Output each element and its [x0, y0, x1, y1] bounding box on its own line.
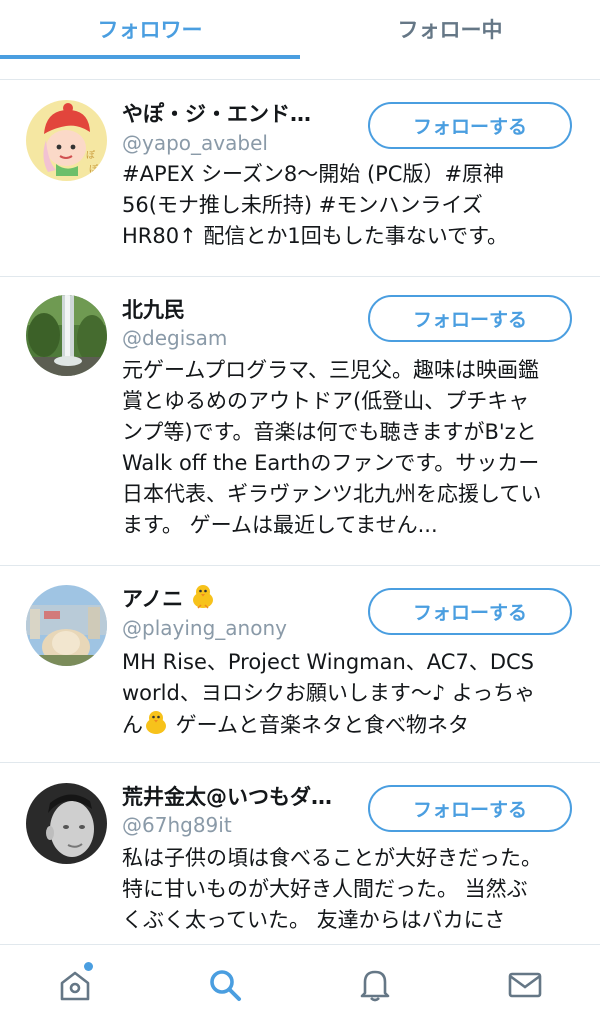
list-item[interactable]: 北九民 @degisam フォローする 元ゲームプログラマ、三児父。趣味は映画鑑… — [0, 277, 600, 566]
mail-icon — [508, 972, 542, 998]
svg-text:ぽ: ぽ — [89, 164, 98, 175]
bio-line: HR80↑ 配信とか1回もした事ないです。 — [122, 224, 509, 248]
bottom-nav — [0, 944, 600, 1025]
avatar[interactable] — [26, 585, 107, 666]
user-name-text: やぽ・ジ・エンド… — [122, 102, 311, 126]
user-bio: #APEX シーズン8〜開始 (PC版）#原神 56(モナ推し未所持) #モンハ… — [122, 159, 572, 252]
avatar[interactable] — [26, 783, 107, 864]
bio-line: 特に甘いものが大好き人間だった。 当然ぶ — [122, 877, 528, 901]
user-name-text: 荒井金太@いつもダ… — [122, 785, 332, 809]
user-name[interactable]: やぽ・ジ・エンド… — [122, 98, 311, 128]
user-handle: @degisam — [122, 326, 228, 350]
svg-text:ぽ: ぽ — [86, 150, 95, 161]
bio-line: #APEX シーズン8〜開始 (PC版）#原神 — [122, 162, 505, 186]
chick-emoji-icon — [146, 711, 166, 734]
list-item[interactable]: 荒井金太@いつもダ… @67hg89it フォローする 私は子供の頃は食べること… — [0, 763, 600, 953]
tab-following[interactable]: フォロー中 — [300, 0, 600, 58]
follow-button[interactable]: フォローする — [368, 102, 572, 149]
bio-line: 賞とゆるめのアウトドア(低登山、プチキャ — [122, 389, 530, 413]
tab-active-indicator — [0, 55, 300, 59]
bio-line: ます。 ゲームは最近してません... — [122, 513, 438, 537]
nav-messages[interactable] — [450, 945, 600, 1025]
bio-line: 私は子供の頃は食べることが大好きだった。 — [122, 846, 542, 870]
user-handle: @yapo_avabel — [122, 131, 268, 155]
tab-followers-label: フォロワー — [97, 18, 203, 42]
follow-button[interactable]: フォローする — [368, 785, 572, 832]
user-bio: 私は子供の頃は食べることが大好きだった。 特に甘いものが大好き人間だった。 当然… — [122, 843, 572, 936]
bio-line: くぶく太っていた。 友達からはバカにさ — [122, 908, 506, 932]
notification-dot — [84, 962, 93, 971]
bio-line: ンプ等)です。音楽は何でも聴きますがB'zと — [122, 420, 537, 444]
search-icon — [210, 970, 241, 1001]
list-item[interactable]: ぽ ぽ やぽ・ジ・エンド… @yapo_avabel フォローする #APEX … — [0, 80, 600, 277]
avatar[interactable] — [26, 295, 107, 376]
bio-line: ん ゲームと音楽ネタと食べ物ネタ — [122, 709, 572, 741]
nav-home[interactable] — [0, 945, 150, 1025]
list-top-spacer — [0, 60, 600, 80]
chick-emoji-icon — [193, 585, 214, 609]
user-bio: MH Rise、Project Wingman、AC7、DCS world、ヨロ… — [122, 647, 572, 741]
nav-search[interactable] — [150, 945, 300, 1025]
avatar[interactable]: ぽ ぽ — [26, 100, 107, 181]
user-name[interactable]: アノニ — [122, 583, 216, 613]
user-name-text: 北九民 — [122, 298, 185, 322]
bio-line: MH Rise、Project Wingman、AC7、DCS — [122, 650, 534, 674]
tab-following-label: フォロー中 — [397, 18, 503, 42]
follow-button[interactable]: フォローする — [368, 295, 572, 342]
user-handle: @67hg89it — [122, 813, 232, 837]
tab-bar: フォロワー フォロー中 — [0, 0, 600, 61]
user-handle: @playing_anony — [122, 616, 287, 640]
follower-list: ぽ ぽ やぽ・ジ・エンド… @yapo_avabel フォローする #APEX … — [0, 80, 600, 953]
bio-line: Walk off the Earthのファンです。サッカー — [122, 451, 540, 475]
bell-icon — [360, 970, 390, 1002]
user-bio: 元ゲームプログラマ、三児父。趣味は映画鑑 賞とゆるめのアウトドア(低登山、プチキ… — [122, 355, 572, 541]
nav-notifications[interactable] — [300, 945, 450, 1025]
bio-line: world、ヨロシクお願いします〜♪ よっちゃ — [122, 681, 536, 705]
follow-button[interactable]: フォローする — [368, 588, 572, 635]
list-item[interactable]: アノニ @playing_anony フォローする MH Rise、Projec… — [0, 566, 600, 763]
user-name-text: アノニ — [122, 587, 184, 611]
tab-followers[interactable]: フォロワー — [0, 0, 300, 58]
user-name[interactable]: 北九民 — [122, 294, 185, 324]
bio-line: 元ゲームプログラマ、三児父。趣味は映画鑑 — [122, 358, 540, 382]
home-icon — [60, 971, 90, 1001]
user-name[interactable]: 荒井金太@いつもダ… — [122, 781, 332, 811]
bio-line: 56(モナ推し未所持) #モンハンライズ — [122, 193, 483, 217]
bio-line: 日本代表、ギラヴァンツ北九州を応援してい — [122, 482, 542, 506]
